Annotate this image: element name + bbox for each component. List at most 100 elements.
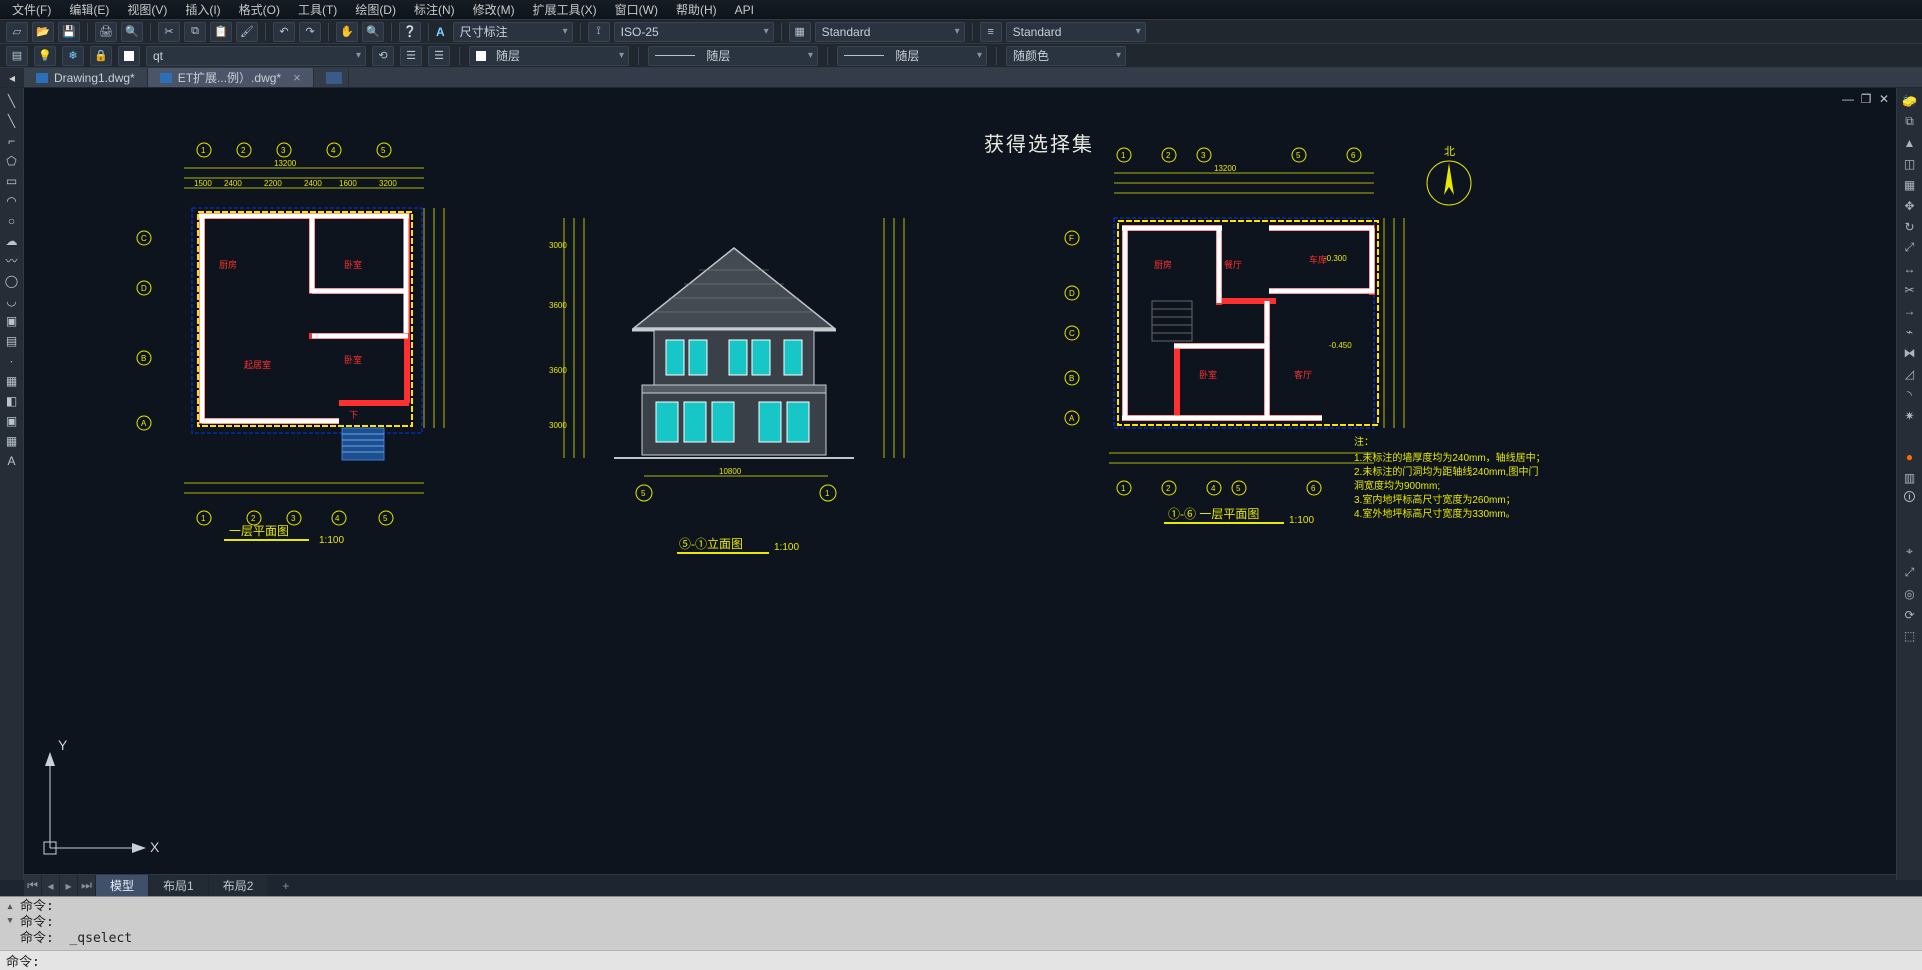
- doc-tab-new[interactable]: [314, 68, 349, 87]
- redo-icon[interactable]: ↷: [299, 22, 321, 42]
- layer-dropdown[interactable]: qt: [146, 46, 366, 66]
- 3d-icon[interactable]: ⬚: [1900, 626, 1920, 645]
- layerstate-icon[interactable]: ☰: [400, 46, 422, 66]
- mirror-icon[interactable]: ▲: [1900, 133, 1920, 152]
- menu-draw[interactable]: 绘图(D): [349, 0, 402, 19]
- ellipsearc-icon[interactable]: ◡: [2, 291, 22, 310]
- menu-format[interactable]: 格式(O): [233, 0, 286, 19]
- ellipse-icon[interactable]: ◯: [2, 271, 22, 290]
- dimstyle-dropdown[interactable]: 尺寸标注: [453, 22, 573, 42]
- layermgr-icon[interactable]: ▤: [6, 46, 28, 66]
- menu-view[interactable]: 视图(V): [121, 0, 173, 19]
- layout-tab-1[interactable]: 布局1: [149, 875, 209, 896]
- cmdhist-down-icon[interactable]: ▾: [4, 913, 16, 929]
- menu-edit[interactable]: 编辑(E): [63, 0, 115, 19]
- ltab-last-icon[interactable]: ⏭: [78, 875, 96, 896]
- close-vp-icon[interactable]: ✕: [1878, 92, 1890, 106]
- lineweight-dropdown[interactable]: 随层: [837, 46, 987, 66]
- explode-icon[interactable]: ✷: [1900, 406, 1920, 425]
- doc-tab-2[interactable]: ET扩展...例）.dwg* ×: [148, 68, 314, 87]
- layer-lock-icon[interactable]: 🔒: [90, 46, 112, 66]
- menu-window[interactable]: 窗口(W): [609, 0, 664, 19]
- dim-iso-dropdown[interactable]: ISO-25: [614, 22, 774, 42]
- region-icon[interactable]: ▣: [2, 411, 22, 430]
- text-icon[interactable]: A: [2, 451, 22, 470]
- linetype-dropdown[interactable]: 随层: [648, 46, 818, 66]
- menu-file[interactable]: 文件(F): [6, 0, 57, 19]
- layout-tab-2[interactable]: 布局2: [209, 875, 269, 896]
- hatch-icon[interactable]: ▦: [2, 371, 22, 390]
- doc-tab-1[interactable]: Drawing1.dwg*: [24, 68, 148, 87]
- zoom-window-icon[interactable]: ⌖: [1900, 542, 1920, 561]
- matchprop-icon[interactable]: 🖌: [236, 22, 258, 42]
- fillet-icon[interactable]: ◝: [1900, 385, 1920, 404]
- point-icon[interactable]: ∙: [2, 351, 22, 370]
- offset-icon[interactable]: ◫: [1900, 154, 1920, 173]
- help-icon[interactable]: ❔: [399, 22, 421, 42]
- chamfer-icon[interactable]: ◿: [1900, 364, 1920, 383]
- new-icon[interactable]: ▱: [6, 22, 28, 42]
- menu-tools[interactable]: 工具(T): [292, 0, 343, 19]
- pan-icon[interactable]: ✋: [336, 22, 358, 42]
- circle-icon[interactable]: ○: [2, 211, 22, 230]
- polygon-icon[interactable]: ⬠: [2, 151, 22, 170]
- doctabs-scroll-back[interactable]: ◂: [0, 68, 24, 87]
- mline-style-icon[interactable]: ≡: [980, 22, 1002, 42]
- table-icon[interactable]: ▦: [2, 431, 22, 450]
- menu-api[interactable]: API: [729, 2, 760, 18]
- trim-icon[interactable]: ✂: [1900, 280, 1920, 299]
- polyline-icon[interactable]: ⌐: [2, 131, 22, 150]
- stretch-icon[interactable]: ↔: [1900, 259, 1920, 278]
- layerstate2-icon[interactable]: ☰: [428, 46, 450, 66]
- gradient-icon[interactable]: ◧: [2, 391, 22, 410]
- undo-icon[interactable]: ↶: [273, 22, 295, 42]
- move-icon[interactable]: ✥: [1900, 196, 1920, 215]
- ray-icon[interactable]: ╲: [2, 111, 22, 130]
- layout-tab-add[interactable]: +: [268, 875, 304, 896]
- layer-on-icon[interactable]: 💡: [34, 46, 56, 66]
- close-icon[interactable]: ×: [293, 70, 301, 85]
- table-style-icon[interactable]: ▦: [789, 22, 811, 42]
- tablestyle-dropdown[interactable]: Standard: [815, 22, 965, 42]
- navwheel-icon[interactable]: ◎: [1900, 584, 1920, 603]
- break-icon[interactable]: ⌁: [1900, 322, 1920, 341]
- scale-icon[interactable]: ⤢: [1900, 238, 1920, 257]
- layer-prev-icon[interactable]: ⟲: [372, 46, 394, 66]
- dim-iso-icon[interactable]: ⟟: [588, 22, 610, 42]
- ltab-first-icon[interactable]: ⏮: [24, 875, 42, 896]
- command-line[interactable]: 命令:: [0, 950, 1922, 970]
- arc-icon[interactable]: ◠: [2, 191, 22, 210]
- copy-icon[interactable]: ⧉: [184, 22, 206, 42]
- dist-icon[interactable]: ●: [1900, 447, 1920, 466]
- save-icon[interactable]: 💾: [58, 22, 80, 42]
- ltab-next-icon[interactable]: ▸: [60, 875, 78, 896]
- insert-icon[interactable]: ▤: [2, 331, 22, 350]
- copy2-icon[interactable]: ⧉: [1900, 112, 1920, 131]
- rectangle-icon[interactable]: ▭: [2, 171, 22, 190]
- spline-icon[interactable]: 〰: [2, 251, 22, 270]
- menu-insert[interactable]: 插入(I): [179, 0, 226, 19]
- mlinestyle-dropdown[interactable]: Standard: [1006, 22, 1146, 42]
- zoom-icon[interactable]: 🔍: [362, 22, 384, 42]
- menu-modify[interactable]: 修改(M): [467, 0, 521, 19]
- menu-help[interactable]: 帮助(H): [670, 0, 723, 19]
- menu-ext[interactable]: 扩展工具(X): [527, 0, 603, 19]
- extend-icon[interactable]: →: [1900, 301, 1920, 320]
- drawing-canvas[interactable]: — ❐ ✕ 获得选择集 1500 2400 2200 2400 1600 320…: [24, 88, 1896, 874]
- paste-icon[interactable]: 📋: [210, 22, 232, 42]
- layout-tab-model[interactable]: 模型: [96, 875, 149, 896]
- revcloud-icon[interactable]: ☁: [2, 231, 22, 250]
- layer-color-icon[interactable]: [118, 46, 140, 66]
- zoom-ext-icon[interactable]: ⤢: [1900, 563, 1920, 582]
- restore-icon[interactable]: ❐: [1860, 92, 1872, 106]
- block-icon[interactable]: ▣: [2, 311, 22, 330]
- area-icon[interactable]: ▥: [1900, 468, 1920, 487]
- color-dropdown[interactable]: 随层: [469, 46, 629, 66]
- open-icon[interactable]: 📂: [32, 22, 54, 42]
- print-icon[interactable]: 🖨: [95, 22, 117, 42]
- menu-dim[interactable]: 标注(N): [408, 0, 461, 19]
- line-icon[interactable]: ╲: [2, 91, 22, 110]
- array-icon[interactable]: ▦: [1900, 175, 1920, 194]
- orbit-icon[interactable]: ⟳: [1900, 605, 1920, 624]
- preview-icon[interactable]: 🔍: [121, 22, 143, 42]
